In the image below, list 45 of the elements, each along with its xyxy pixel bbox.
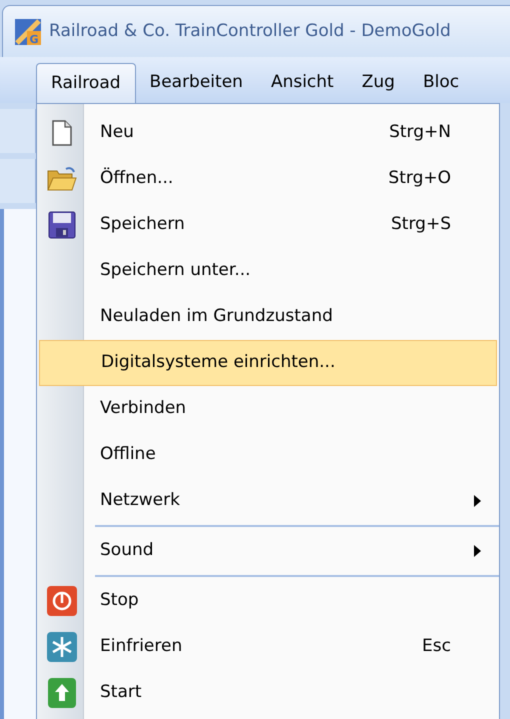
menu-bar-item[interactable]: Bloc xyxy=(408,63,474,103)
blank-page-icon xyxy=(50,119,74,147)
menu-item[interactable]: Einfrieren Esc xyxy=(39,624,497,670)
snowflake-icon xyxy=(46,632,76,662)
menu-item-label: Speichern unter... xyxy=(100,259,251,282)
folder-icon xyxy=(46,165,78,193)
menu-item[interactable]: Stop xyxy=(39,578,497,624)
shortcut-label: Strg+N xyxy=(389,121,451,144)
menu-item[interactable]: Speichern Strg+S xyxy=(39,202,497,248)
menu-item-label: Öffnen... xyxy=(100,166,174,190)
menu-item[interactable]: Start xyxy=(39,670,497,716)
menu-item-label: Offline xyxy=(100,443,156,466)
menu-item[interactable]: Verbinden xyxy=(39,386,497,432)
menu-bar-item[interactable]: Bearbeiten xyxy=(136,63,257,103)
toolbar-grip[interactable] xyxy=(0,109,36,153)
submenu-arrow-icon xyxy=(474,495,481,507)
menu-item-label: Start xyxy=(100,681,142,704)
shortcut-label: Esc xyxy=(422,635,451,658)
menu-item-label: Speichern xyxy=(100,213,185,236)
submenu-arrow-icon xyxy=(474,545,481,557)
menu-item-label: Verbinden xyxy=(100,397,186,420)
menu-bar-item[interactable]: Zug xyxy=(348,63,409,103)
menu-item[interactable]: Netzwerk xyxy=(39,478,497,524)
menu-item[interactable]: Offline xyxy=(39,432,497,478)
toolbar-grip[interactable] xyxy=(0,159,36,203)
menu-item[interactable]: Neuladen im Grundzustand xyxy=(39,294,497,340)
power-icon xyxy=(46,586,76,616)
menu-item[interactable]: Öffnen... Strg+O xyxy=(39,156,497,202)
menu-item[interactable]: Sound xyxy=(39,528,497,574)
menu-item-label: Neu xyxy=(100,121,134,144)
menu-item[interactable]: Neu Strg+N xyxy=(39,110,497,156)
menu-item-label: Sound xyxy=(100,539,154,562)
menu-item[interactable]: Speichern unter... xyxy=(39,248,497,294)
menu-item-label: Netzwerk xyxy=(100,489,180,512)
menu-bar-item[interactable]: Railroad xyxy=(36,63,136,103)
menu-item-label: Neuladen im Grundzustand xyxy=(100,305,333,328)
window-title: Railroad & Co. TrainController Gold - DemoGold xyxy=(49,20,451,43)
shortcut-label: Strg+O xyxy=(388,167,451,190)
menu-item-label: Digitalsysteme einrichten... xyxy=(101,351,336,374)
menu-item[interactable]: Digitalsysteme einrichten... xyxy=(39,340,497,386)
menu-bar-item[interactable]: Ansicht xyxy=(256,63,348,103)
menu-item-label: Einfrieren xyxy=(100,635,182,658)
menu-item-label: Stop xyxy=(100,589,139,612)
shortcut-label: Strg+S xyxy=(391,213,451,236)
logo-letter: G xyxy=(30,32,39,44)
